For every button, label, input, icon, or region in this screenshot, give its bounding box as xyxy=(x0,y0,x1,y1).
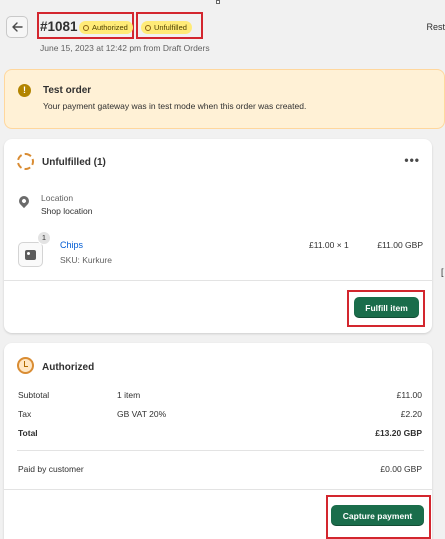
image-placeholder-icon xyxy=(25,249,36,260)
banner-description: Your payment gateway was in test mode wh… xyxy=(43,101,307,111)
payment-card: Authorized Subtotal 1 item £11.00 Tax GB… xyxy=(4,343,432,539)
window-corner-marker xyxy=(216,0,220,4)
location-pin-icon xyxy=(16,193,32,209)
paid-by-customer-label: Paid by customer xyxy=(18,464,84,474)
restock-link[interactable]: Rest xyxy=(426,22,445,32)
tax-value: £2.20 xyxy=(400,409,422,419)
subtotal-label: Subtotal xyxy=(18,390,50,400)
totals-divider xyxy=(17,450,424,451)
back-button[interactable] xyxy=(6,16,28,38)
unfulfilled-status-icon xyxy=(17,153,34,170)
status-dot-icon xyxy=(83,24,89,31)
order-date-source: June 15, 2023 at 12:42 pm from Draft Ord… xyxy=(40,43,210,53)
quantity-badge: 1 xyxy=(37,231,51,245)
product-name-link[interactable]: Chips xyxy=(60,240,83,250)
card-divider xyxy=(4,489,432,490)
location-label: Location xyxy=(41,193,74,203)
fulfill-item-button[interactable]: Fulfill item xyxy=(354,297,419,318)
status-dot-icon xyxy=(145,24,151,31)
total-label: Total xyxy=(18,428,38,438)
capture-payment-button[interactable]: Capture payment xyxy=(331,505,424,526)
alert-icon: ! xyxy=(18,84,31,97)
arrow-left-icon xyxy=(11,22,23,32)
fulfillment-status-label: Unfulfilled xyxy=(154,23,187,32)
paid-by-customer-value: £0.00 GBP xyxy=(380,464,422,474)
clock-icon xyxy=(17,357,34,374)
line-total: £11.00 GBP xyxy=(377,240,423,250)
banner-title: Test order xyxy=(43,85,92,96)
more-actions-icon[interactable]: ••• xyxy=(404,153,420,167)
location-value: Shop location xyxy=(41,206,93,216)
fulfillment-status-badge: Unfulfilled xyxy=(141,21,192,34)
subtotal-items: 1 item xyxy=(117,390,141,400)
product-thumbnail[interactable] xyxy=(18,242,43,267)
payment-card-title: Authorized xyxy=(42,362,95,373)
total-value: £13.20 GBP xyxy=(375,428,422,438)
edge-cursor-mark: [ xyxy=(441,267,444,277)
tax-label: Tax xyxy=(18,409,32,419)
fulfillment-card-title: Unfulfilled (1) xyxy=(42,157,106,168)
order-id: #1081 xyxy=(40,19,78,34)
fulfillment-card: Unfulfilled (1) ••• Location Shop locati… xyxy=(4,139,432,333)
tax-rate: GB VAT 20% xyxy=(117,409,167,419)
test-order-banner: ! Test order Your payment gateway was in… xyxy=(4,69,445,129)
payment-status-label: Authorized xyxy=(92,23,128,32)
payment-status-badge: Authorized xyxy=(79,21,133,34)
unit-price: £11.00 × 1 xyxy=(309,240,349,250)
card-divider xyxy=(4,280,432,281)
subtotal-value: £11.00 xyxy=(396,390,422,400)
product-sku: SKU: Kurkure xyxy=(60,255,112,265)
